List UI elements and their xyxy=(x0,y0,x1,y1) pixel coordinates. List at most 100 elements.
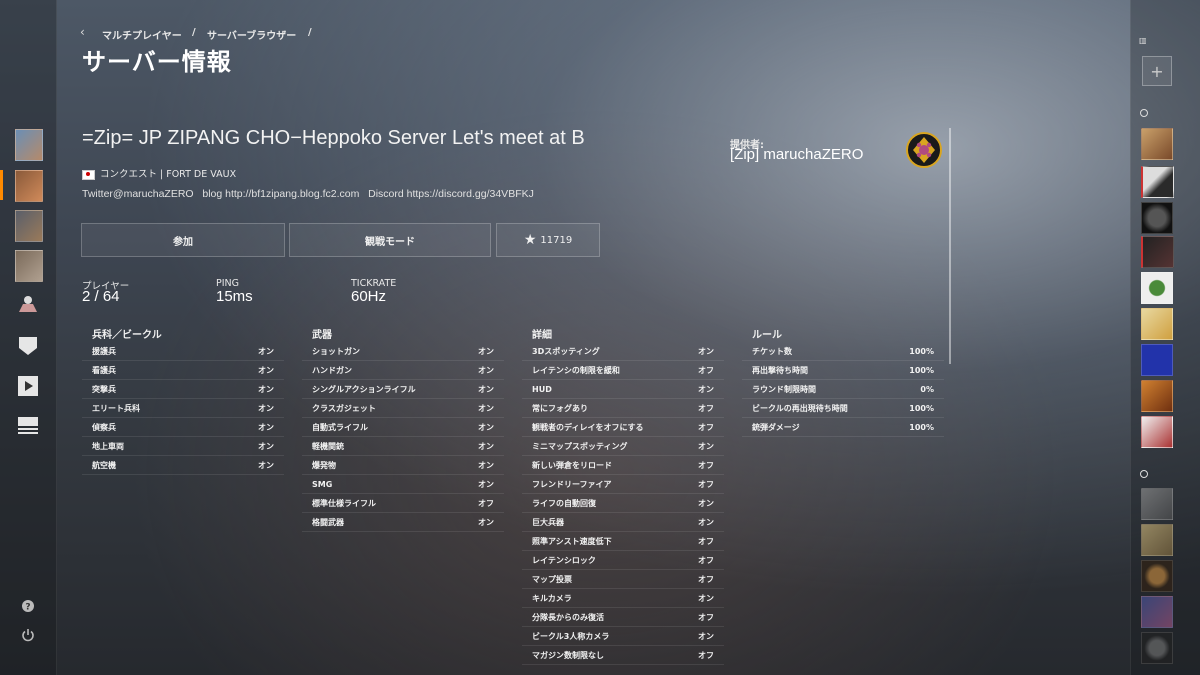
profile-thumb-1[interactable] xyxy=(15,129,43,161)
join-button[interactable]: 参加 xyxy=(81,223,285,257)
setting-row: 巨大兵器 オン xyxy=(522,513,724,532)
setting-value: オン xyxy=(698,517,714,527)
active-indicator xyxy=(0,170,3,200)
friend-avatar[interactable] xyxy=(1141,344,1173,376)
setting-name: レイテンシロック xyxy=(532,555,596,565)
setting-name: 自動式ライフル xyxy=(312,422,368,432)
friend-avatar[interactable] xyxy=(1141,416,1173,448)
friend-avatar[interactable] xyxy=(1141,308,1173,340)
ping-value: 15ms xyxy=(216,288,253,305)
setting-value: オン xyxy=(698,498,714,508)
friend-avatar[interactable] xyxy=(1141,272,1173,304)
setting-row: チケット数 100% xyxy=(742,342,944,361)
setting-value: オン xyxy=(478,403,494,413)
svg-text:?: ? xyxy=(25,603,30,613)
setting-row: 標準仕様ライフル オフ xyxy=(302,494,504,513)
setting-name: SMG xyxy=(312,479,333,489)
setting-row: 爆発物 オン xyxy=(302,456,504,475)
setting-name: シングルアクションライフル xyxy=(312,384,416,394)
scroll-indicator[interactable] xyxy=(949,128,951,364)
friend-avatar[interactable] xyxy=(1141,560,1173,592)
details-title: 詳細 xyxy=(532,330,552,341)
setting-name: エリート兵科 xyxy=(92,403,140,413)
breadcrumb-multiplayer[interactable]: マルチプレイヤー xyxy=(102,27,182,42)
power-icon[interactable] xyxy=(20,627,36,643)
setting-row: 3Dスポッティング オン xyxy=(522,342,724,361)
setting-name: 看護兵 xyxy=(92,365,116,375)
soldier-icon[interactable] xyxy=(16,292,40,316)
profile-thumb-4[interactable] xyxy=(15,250,43,282)
setting-row: レイテンシの制限を緩和 オフ xyxy=(522,361,724,380)
friend-avatar[interactable] xyxy=(1141,524,1173,556)
setting-value: 100% xyxy=(909,403,934,413)
setting-row: 偵察兵 オン xyxy=(82,418,284,437)
setting-name: 援護兵 xyxy=(92,346,116,356)
setting-row: マップ投票 オフ xyxy=(522,570,724,589)
friend-avatar[interactable] xyxy=(1141,596,1173,628)
help-icon[interactable]: ? xyxy=(20,598,36,614)
setting-value: オン xyxy=(478,384,494,394)
setting-name: 格闘武器 xyxy=(312,517,344,527)
gift-icon[interactable]: ▥ xyxy=(1139,36,1147,45)
server-description: Twitter@maruchaZERO blog http://bf1zipan… xyxy=(82,188,534,200)
setting-row: キルカメラ オン xyxy=(522,589,724,608)
online-status-icon xyxy=(1140,109,1148,117)
weapons-list: ショットガン オン ハンドガン オン シングルアクションライフル オン クラスガジェット オン… xyxy=(302,342,504,532)
right-rail: ▥ + xyxy=(1130,0,1200,675)
setting-value: オフ xyxy=(698,555,714,565)
breadcrumb-separator: / xyxy=(308,27,312,38)
friend-avatar[interactable] xyxy=(1141,202,1173,234)
setting-value: オフ xyxy=(698,403,714,413)
setting-name: レイテンシの制限を緩和 xyxy=(532,365,620,375)
breadcrumb-server-browser[interactable]: サーバーブラウザー xyxy=(207,27,296,42)
setting-value: オン xyxy=(478,346,494,356)
setting-name: 偵察兵 xyxy=(92,422,116,432)
setting-value: オン xyxy=(478,422,494,432)
mode-map-text: コンクエスト | FORT DE VAUX xyxy=(100,169,237,180)
setting-row: エリート兵科 オン xyxy=(82,399,284,418)
friend-avatar[interactable] xyxy=(1141,166,1174,198)
friend-avatar[interactable] xyxy=(1141,236,1174,268)
setting-name: クラスガジェット xyxy=(312,403,376,413)
favorite-count: 11719 xyxy=(540,234,573,246)
details-list: 3Dスポッティング オン レイテンシの制限を緩和 オフ HUD オン 常にフォグあり オフ 観戦… xyxy=(522,342,724,665)
setting-row: 看護兵 オン xyxy=(82,361,284,380)
setting-name: 地上車両 xyxy=(92,441,124,451)
spectate-button[interactable]: 観戦モード xyxy=(289,223,491,257)
setting-name: マップ投票 xyxy=(532,574,572,584)
list-icon[interactable] xyxy=(16,414,40,438)
provider-name[interactable]: [Zip] maruchaZERO xyxy=(730,146,863,163)
setting-name: ハンドガン xyxy=(312,365,352,375)
friend-avatar[interactable] xyxy=(1141,380,1173,412)
setting-name: マガジン数制限なし xyxy=(532,650,604,660)
setting-value: オン xyxy=(698,441,714,451)
chevron-left-icon[interactable]: ‹ xyxy=(80,25,85,39)
shield-icon[interactable] xyxy=(16,334,40,358)
add-friend-button[interactable]: + xyxy=(1142,56,1172,86)
profile-thumb-3[interactable] xyxy=(15,210,43,242)
setting-name: 再出撃待ち時間 xyxy=(752,365,808,375)
play-icon[interactable] xyxy=(16,374,40,398)
setting-row: ビークル3人称カメラ オン xyxy=(522,627,724,646)
setting-value: 0% xyxy=(920,384,934,394)
setting-value: オン xyxy=(258,422,274,432)
setting-row: 分隊長からのみ復活 オフ xyxy=(522,608,724,627)
setting-row: ハンドガン オン xyxy=(302,361,504,380)
friend-avatar[interactable] xyxy=(1141,128,1173,160)
rules-title: ルール xyxy=(752,330,782,341)
server-description-text: Twitter@maruchaZERO blog http://bf1zipan… xyxy=(82,188,534,200)
friend-avatar[interactable] xyxy=(1141,488,1173,520)
kits-title: 兵科／ビークル xyxy=(92,330,162,341)
setting-value: オフ xyxy=(698,422,714,432)
setting-name: 分隊長からのみ復活 xyxy=(532,612,604,622)
profile-thumb-2[interactable] xyxy=(15,170,43,202)
setting-row: 援護兵 オン xyxy=(82,342,284,361)
setting-value: オン xyxy=(698,384,714,394)
friend-avatar[interactable] xyxy=(1141,632,1173,664)
page-title: サーバー情報 xyxy=(82,48,232,76)
setting-row: フレンドリーファイア オフ xyxy=(522,475,724,494)
favorite-button[interactable]: ★ 11719 xyxy=(496,223,600,257)
setting-row: 再出撃待ち時間 100% xyxy=(742,361,944,380)
setting-value: オン xyxy=(258,346,274,356)
setting-name: チケット数 xyxy=(752,346,792,356)
